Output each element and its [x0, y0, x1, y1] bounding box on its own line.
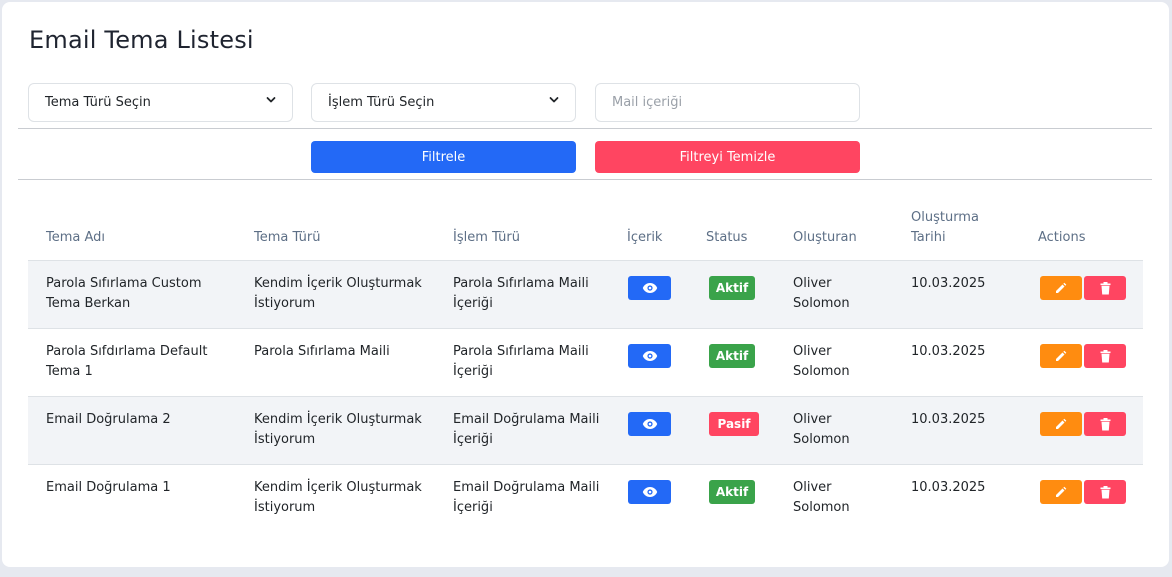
table-header: Tema Adı Tema Türü İşlem Türü İçerik Sta…: [28, 198, 1143, 260]
cell-tema-turu: Kendim İçerik Oluşturmak İstiyorum: [254, 276, 422, 311]
cell-tema-turu: Kendim İçerik Oluşturmak İstiyorum: [254, 412, 422, 447]
cell-islem-turu: Parola Sıfırlama Maili İçeriği: [453, 276, 589, 311]
pencil-icon: [1056, 350, 1067, 361]
table-row: Parola Sıfırlama Custom Tema Berkan Kend…: [28, 260, 1143, 328]
view-content-button[interactable]: [628, 412, 671, 436]
cell-olusturma-tarihi: 10.03.2025: [911, 412, 986, 427]
edit-button[interactable]: [1040, 412, 1082, 436]
delete-button[interactable]: [1084, 276, 1126, 300]
view-content-button[interactable]: [628, 344, 671, 368]
header-tema-adi: Tema Adı: [46, 230, 106, 245]
cell-islem-turu: Parola Sıfırlama Maili İçeriği: [453, 344, 589, 379]
mail-icerigi-placeholder: Mail içeriği: [612, 95, 683, 110]
divider: [18, 179, 1152, 180]
clear-filter-button[interactable]: Filtreyi Temizle: [595, 141, 860, 173]
pencil-icon: [1056, 418, 1067, 429]
status-badge: Aktif: [709, 480, 755, 504]
table-row: Parola Sıfdırlama Default Tema 1 Parola …: [28, 328, 1143, 396]
header-islem-turu: İşlem Türü: [453, 230, 520, 245]
filter-button[interactable]: Filtrele: [311, 141, 576, 173]
trash-icon: [1100, 485, 1110, 498]
delete-button[interactable]: [1084, 480, 1126, 504]
edit-button[interactable]: [1040, 276, 1082, 300]
header-olusturma-tarihi: Oluşturma Tarihi: [911, 210, 979, 245]
edit-button[interactable]: [1040, 480, 1082, 504]
pencil-icon: [1056, 486, 1067, 497]
cell-tema-turu: Parola Sıfırlama Maili: [254, 344, 390, 359]
header-tema-turu: Tema Türü: [254, 230, 321, 245]
cell-olusturan: Oliver Solomon: [793, 344, 850, 379]
mail-icerigi-input[interactable]: Mail içeriği: [595, 83, 860, 122]
cell-islem-turu: Email Doğrulama Maili İçeriği: [453, 480, 600, 515]
cell-tema-adi: Parola Sıfırlama Custom Tema Berkan: [46, 276, 202, 311]
email-theme-list-card: Email Tema Listesi Tema Türü Seçin İşlem…: [2, 2, 1169, 567]
eye-icon: [642, 487, 657, 497]
status-badge: Aktif: [709, 344, 755, 368]
status-badge: Pasif: [709, 412, 759, 436]
cell-tema-turu: Kendim İçerik Oluşturmak İstiyorum: [254, 480, 422, 515]
header-icerik: İçerik: [627, 230, 663, 245]
trash-icon: [1100, 281, 1110, 294]
header-olusturan: Oluşturan: [793, 230, 857, 245]
table-row: Email Doğrulama 1 Kendim İçerik Oluşturm…: [28, 464, 1143, 532]
islem-turu-select[interactable]: İşlem Türü Seçin: [311, 83, 576, 122]
eye-icon: [642, 419, 657, 429]
cell-olusturan: Oliver Solomon: [793, 276, 850, 311]
chevron-down-icon: [549, 97, 559, 103]
islem-turu-select-value: İşlem Türü Seçin: [328, 95, 435, 110]
cell-tema-adi: Email Doğrulama 2: [46, 412, 171, 427]
eye-icon: [642, 351, 657, 361]
table-row: Email Doğrulama 2 Kendim İçerik Oluşturm…: [28, 396, 1143, 464]
trash-icon: [1100, 349, 1110, 362]
status-badge: Aktif: [709, 276, 755, 300]
cell-olusturma-tarihi: 10.03.2025: [911, 276, 986, 291]
delete-button[interactable]: [1084, 412, 1126, 436]
divider: [18, 128, 1152, 129]
cell-olusturma-tarihi: 10.03.2025: [911, 480, 986, 495]
delete-button[interactable]: [1084, 344, 1126, 368]
page-title: Email Tema Listesi: [29, 26, 254, 54]
header-actions: Actions: [1038, 230, 1086, 245]
cell-islem-turu: Email Doğrulama Maili İçeriği: [453, 412, 600, 447]
cell-olusturan: Oliver Solomon: [793, 480, 850, 515]
tema-turu-select-value: Tema Türü Seçin: [45, 95, 151, 110]
cell-olusturan: Oliver Solomon: [793, 412, 850, 447]
cell-olusturma-tarihi: 10.03.2025: [911, 344, 986, 359]
view-content-button[interactable]: [628, 276, 671, 300]
header-status: Status: [706, 230, 748, 245]
eye-icon: [642, 283, 657, 293]
cell-tema-adi: Parola Sıfdırlama Default Tema 1: [46, 344, 208, 379]
tema-turu-select[interactable]: Tema Türü Seçin: [28, 83, 293, 122]
chevron-down-icon: [266, 97, 276, 103]
pencil-icon: [1056, 282, 1067, 293]
cell-tema-adi: Email Doğrulama 1: [46, 480, 171, 495]
edit-button[interactable]: [1040, 344, 1082, 368]
trash-icon: [1100, 417, 1110, 430]
view-content-button[interactable]: [628, 480, 671, 504]
